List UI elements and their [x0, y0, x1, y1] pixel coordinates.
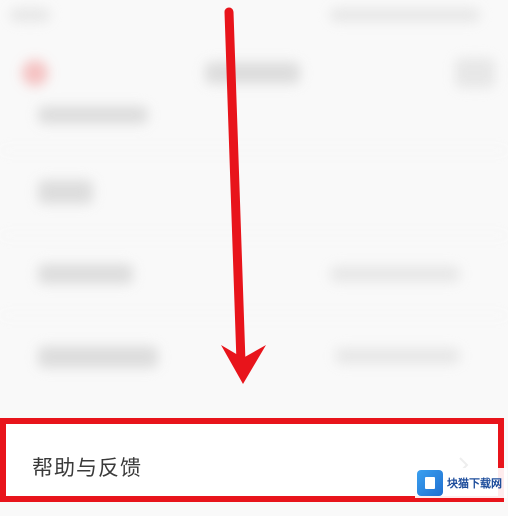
blurred-status-icons [330, 8, 480, 22]
blurred-divider-2 [0, 235, 508, 236]
blurred-row-label-3 [38, 264, 133, 284]
blurred-row-label-4 [38, 346, 158, 368]
blurred-row-label-1 [38, 106, 148, 124]
settings-screen: 帮助与反馈 块猫下载网 [0, 0, 508, 516]
blurred-header-action [455, 58, 495, 88]
blurred-page-title [205, 62, 300, 84]
blurred-settings-list [0, 0, 508, 420]
blurred-row-label-2 [38, 180, 93, 204]
blurred-row-value-3 [330, 266, 460, 282]
blurred-status-time [10, 8, 50, 22]
blurred-divider-3 [0, 315, 508, 316]
blurred-back-icon [22, 60, 48, 86]
watermark: 块猫下载网 [415, 468, 507, 498]
help-feedback-label: 帮助与反馈 [32, 456, 142, 480]
blurred-row-value-4 [335, 348, 460, 364]
watermark-logo-icon [417, 470, 443, 496]
watermark-title: 块猫下载网 [447, 476, 502, 490]
blurred-divider-1 [0, 150, 508, 151]
